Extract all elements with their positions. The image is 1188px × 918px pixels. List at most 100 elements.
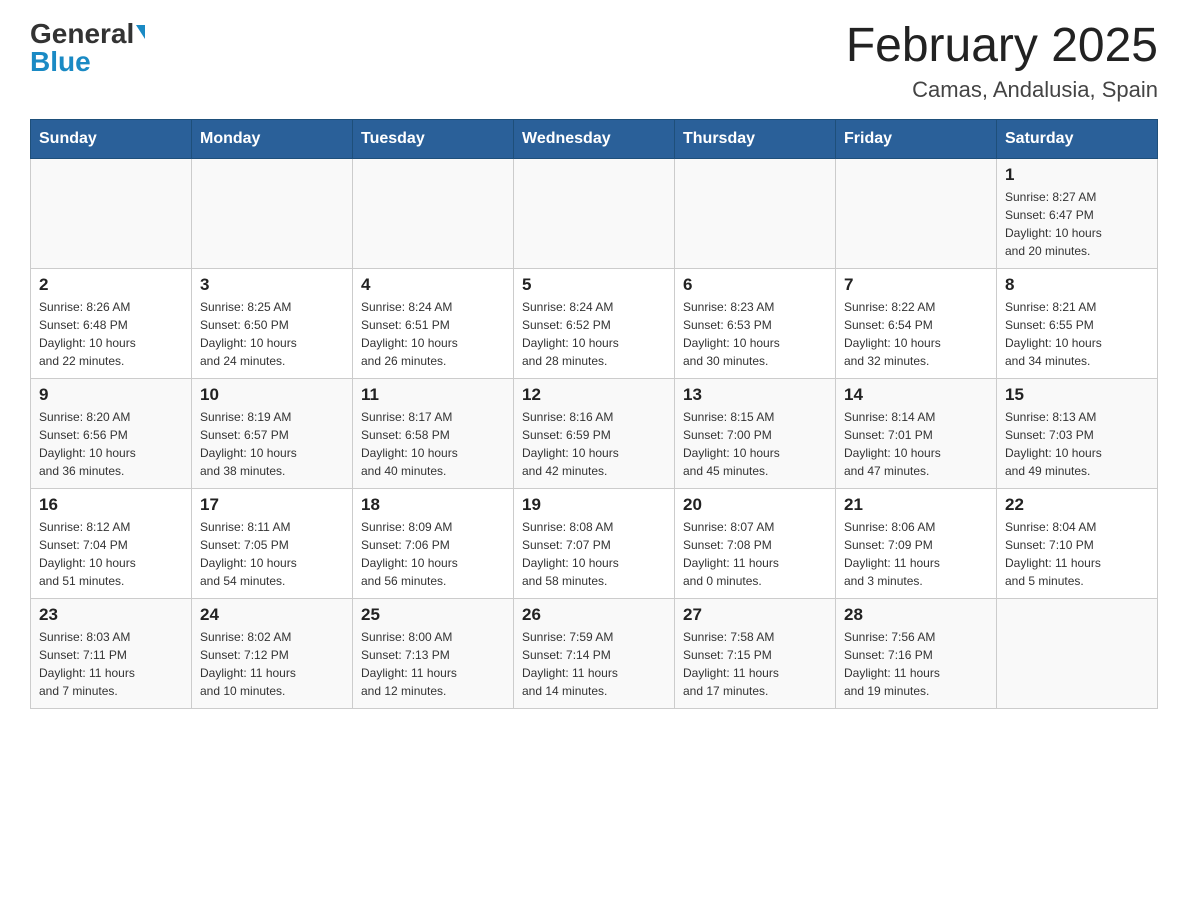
day-number: 5 bbox=[522, 275, 666, 295]
calendar-cell: 9 Sunrise: 8:20 AMSunset: 6:56 PMDaylight… bbox=[31, 378, 192, 488]
day-number: 22 bbox=[1005, 495, 1149, 515]
day-info: Sunrise: 8:09 AMSunset: 7:06 PMDaylight:… bbox=[361, 518, 505, 590]
day-number: 14 bbox=[844, 385, 988, 405]
day-info: Sunrise: 8:19 AMSunset: 6:57 PMDaylight:… bbox=[200, 408, 344, 480]
calendar-cell: 26 Sunrise: 7:59 AMSunset: 7:14 PMDayligh… bbox=[514, 598, 675, 708]
day-number: 9 bbox=[39, 385, 183, 405]
day-info: Sunrise: 7:56 AMSunset: 7:16 PMDaylight:… bbox=[844, 628, 988, 700]
day-header-thursday: Thursday bbox=[675, 119, 836, 158]
day-info: Sunrise: 8:06 AMSunset: 7:09 PMDaylight:… bbox=[844, 518, 988, 590]
day-info: Sunrise: 8:21 AMSunset: 6:55 PMDaylight:… bbox=[1005, 298, 1149, 370]
day-info: Sunrise: 8:04 AMSunset: 7:10 PMDaylight:… bbox=[1005, 518, 1149, 590]
page-header: General Blue February 2025 Camas, Andalu… bbox=[30, 20, 1158, 103]
calendar-cell: 13 Sunrise: 8:15 AMSunset: 7:00 PMDayligh… bbox=[675, 378, 836, 488]
day-number: 15 bbox=[1005, 385, 1149, 405]
calendar-week-1: 1Sunrise: 8:27 AMSunset: 6:47 PMDaylight… bbox=[31, 158, 1158, 268]
day-header-saturday: Saturday bbox=[997, 119, 1158, 158]
calendar-cell bbox=[31, 158, 192, 268]
day-info: Sunrise: 8:03 AMSunset: 7:11 PMDaylight:… bbox=[39, 628, 183, 700]
day-number: 8 bbox=[1005, 275, 1149, 295]
location-title: Camas, Andalusia, Spain bbox=[846, 77, 1158, 103]
calendar-cell bbox=[836, 158, 997, 268]
calendar-cell: 27 Sunrise: 7:58 AMSunset: 7:15 PMDayligh… bbox=[675, 598, 836, 708]
day-info: Sunrise: 8:11 AMSunset: 7:05 PMDaylight:… bbox=[200, 518, 344, 590]
day-info: Sunrise: 8:13 AMSunset: 7:03 PMDaylight:… bbox=[1005, 408, 1149, 480]
calendar-cell: 28 Sunrise: 7:56 AMSunset: 7:16 PMDayligh… bbox=[836, 598, 997, 708]
day-info: Sunrise: 8:00 AMSunset: 7:13 PMDaylight:… bbox=[361, 628, 505, 700]
day-info: Sunrise: 8:15 AMSunset: 7:00 PMDaylight:… bbox=[683, 408, 827, 480]
day-info: Sunrise: 8:26 AMSunset: 6:48 PMDaylight:… bbox=[39, 298, 183, 370]
logo-general-text: General bbox=[30, 20, 134, 48]
day-number: 27 bbox=[683, 605, 827, 625]
calendar-cell: 20 Sunrise: 8:07 AMSunset: 7:08 PMDayligh… bbox=[675, 488, 836, 598]
logo-triangle-icon bbox=[136, 25, 145, 39]
day-info: Sunrise: 8:23 AMSunset: 6:53 PMDaylight:… bbox=[683, 298, 827, 370]
day-info: Sunrise: 8:24 AMSunset: 6:52 PMDaylight:… bbox=[522, 298, 666, 370]
calendar-cell: 19Sunrise: 8:08 AMSunset: 7:07 PMDayligh… bbox=[514, 488, 675, 598]
calendar-cell: 1Sunrise: 8:27 AMSunset: 6:47 PMDaylight… bbox=[997, 158, 1158, 268]
calendar-cell: 5 Sunrise: 8:24 AMSunset: 6:52 PMDaylight… bbox=[514, 268, 675, 378]
day-number: 24 bbox=[200, 605, 344, 625]
day-number: 1 bbox=[1005, 165, 1149, 185]
day-info: Sunrise: 8:22 AMSunset: 6:54 PMDaylight:… bbox=[844, 298, 988, 370]
day-info: Sunrise: 8:12 AMSunset: 7:04 PMDaylight:… bbox=[39, 518, 183, 590]
calendar-cell: 17 Sunrise: 8:11 AMSunset: 7:05 PMDayligh… bbox=[192, 488, 353, 598]
calendar-cell bbox=[514, 158, 675, 268]
day-number: 18 bbox=[361, 495, 505, 515]
day-number: 19 bbox=[522, 495, 666, 515]
calendar-week-2: 2 Sunrise: 8:26 AMSunset: 6:48 PMDaylight… bbox=[31, 268, 1158, 378]
day-number: 23 bbox=[39, 605, 183, 625]
day-number: 28 bbox=[844, 605, 988, 625]
calendar-week-4: 16Sunrise: 8:12 AMSunset: 7:04 PMDayligh… bbox=[31, 488, 1158, 598]
day-info: Sunrise: 8:14 AMSunset: 7:01 PMDaylight:… bbox=[844, 408, 988, 480]
day-number: 6 bbox=[683, 275, 827, 295]
title-section: February 2025 Camas, Andalusia, Spain bbox=[846, 20, 1158, 103]
day-number: 26 bbox=[522, 605, 666, 625]
calendar-cell: 2 Sunrise: 8:26 AMSunset: 6:48 PMDaylight… bbox=[31, 268, 192, 378]
calendar-cell: 21 Sunrise: 8:06 AMSunset: 7:09 PMDayligh… bbox=[836, 488, 997, 598]
calendar-cell: 12 Sunrise: 8:16 AMSunset: 6:59 PMDayligh… bbox=[514, 378, 675, 488]
day-number: 4 bbox=[361, 275, 505, 295]
calendar-week-3: 9 Sunrise: 8:20 AMSunset: 6:56 PMDaylight… bbox=[31, 378, 1158, 488]
day-header-wednesday: Wednesday bbox=[514, 119, 675, 158]
calendar-cell bbox=[353, 158, 514, 268]
calendar-cell: 3 Sunrise: 8:25 AMSunset: 6:50 PMDaylight… bbox=[192, 268, 353, 378]
calendar-cell: 14 Sunrise: 8:14 AMSunset: 7:01 PMDayligh… bbox=[836, 378, 997, 488]
calendar-week-5: 23 Sunrise: 8:03 AMSunset: 7:11 PMDayligh… bbox=[31, 598, 1158, 708]
day-info: Sunrise: 8:20 AMSunset: 6:56 PMDaylight:… bbox=[39, 408, 183, 480]
day-header-monday: Monday bbox=[192, 119, 353, 158]
calendar-cell bbox=[192, 158, 353, 268]
calendar-cell bbox=[675, 158, 836, 268]
day-number: 12 bbox=[522, 385, 666, 405]
calendar-cell: 23 Sunrise: 8:03 AMSunset: 7:11 PMDayligh… bbox=[31, 598, 192, 708]
calendar-cell: 16Sunrise: 8:12 AMSunset: 7:04 PMDayligh… bbox=[31, 488, 192, 598]
day-header-tuesday: Tuesday bbox=[353, 119, 514, 158]
calendar-cell: 11Sunrise: 8:17 AMSunset: 6:58 PMDayligh… bbox=[353, 378, 514, 488]
calendar-cell: 15 Sunrise: 8:13 AMSunset: 7:03 PMDayligh… bbox=[997, 378, 1158, 488]
calendar-cell: 24Sunrise: 8:02 AMSunset: 7:12 PMDayligh… bbox=[192, 598, 353, 708]
logo-blue-text: Blue bbox=[30, 48, 145, 76]
day-number: 21 bbox=[844, 495, 988, 515]
day-number: 2 bbox=[39, 275, 183, 295]
day-header-friday: Friday bbox=[836, 119, 997, 158]
day-info: Sunrise: 8:17 AMSunset: 6:58 PMDaylight:… bbox=[361, 408, 505, 480]
day-number: 17 bbox=[200, 495, 344, 515]
calendar-table: SundayMondayTuesdayWednesdayThursdayFrid… bbox=[30, 119, 1158, 709]
day-info: Sunrise: 8:16 AMSunset: 6:59 PMDaylight:… bbox=[522, 408, 666, 480]
day-number: 10 bbox=[200, 385, 344, 405]
day-header-sunday: Sunday bbox=[31, 119, 192, 158]
calendar-cell: 6 Sunrise: 8:23 AMSunset: 6:53 PMDaylight… bbox=[675, 268, 836, 378]
logo: General Blue bbox=[30, 20, 145, 76]
header-row: SundayMondayTuesdayWednesdayThursdayFrid… bbox=[31, 119, 1158, 158]
day-info: Sunrise: 8:24 AMSunset: 6:51 PMDaylight:… bbox=[361, 298, 505, 370]
day-number: 13 bbox=[683, 385, 827, 405]
day-info: Sunrise: 7:59 AMSunset: 7:14 PMDaylight:… bbox=[522, 628, 666, 700]
day-number: 3 bbox=[200, 275, 344, 295]
day-info: Sunrise: 8:07 AMSunset: 7:08 PMDaylight:… bbox=[683, 518, 827, 590]
calendar-cell bbox=[997, 598, 1158, 708]
day-number: 20 bbox=[683, 495, 827, 515]
calendar-cell: 25Sunrise: 8:00 AMSunset: 7:13 PMDayligh… bbox=[353, 598, 514, 708]
day-info: Sunrise: 7:58 AMSunset: 7:15 PMDaylight:… bbox=[683, 628, 827, 700]
calendar-cell: 18 Sunrise: 8:09 AMSunset: 7:06 PMDayligh… bbox=[353, 488, 514, 598]
day-info: Sunrise: 8:25 AMSunset: 6:50 PMDaylight:… bbox=[200, 298, 344, 370]
